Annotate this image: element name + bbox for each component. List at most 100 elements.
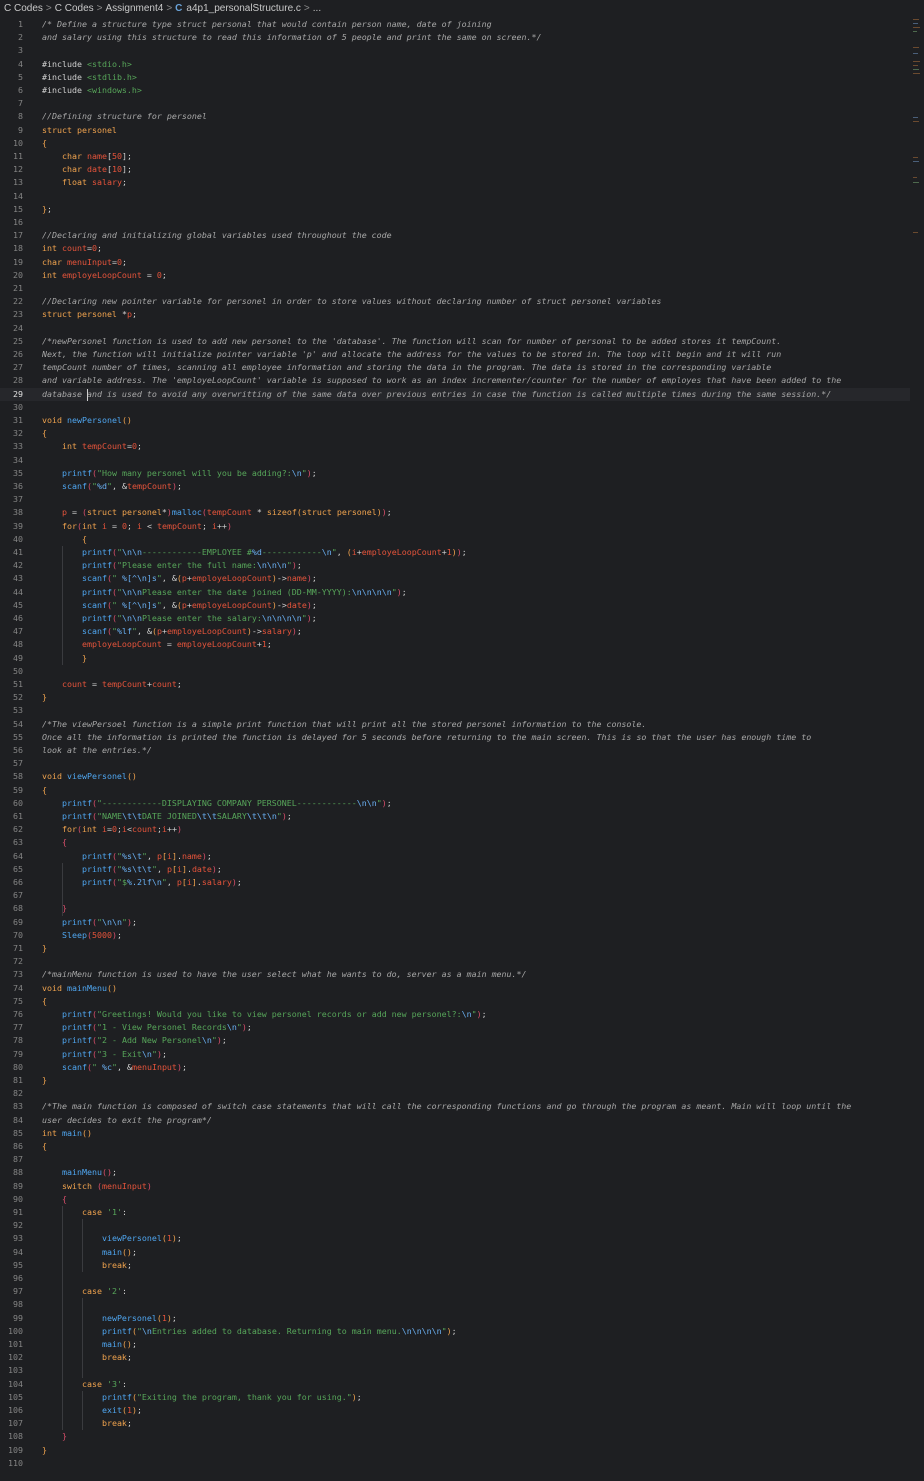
line-number[interactable]: 72: [0, 955, 23, 968]
line-number[interactable]: 101: [0, 1338, 23, 1351]
code-line[interactable]: 63 {: [0, 836, 910, 849]
line-number[interactable]: 14: [0, 190, 23, 203]
code-line[interactable]: 76 printf("Greetings! Would you like to …: [0, 1008, 910, 1021]
line-number[interactable]: 102: [0, 1351, 23, 1364]
code-line[interactable]: 65 printf("%s\t\t", p[i].date);: [0, 863, 910, 876]
code-line[interactable]: 88 mainMenu();: [0, 1166, 910, 1179]
code-line[interactable]: 54 /*The viewPersoel function is a simple…: [0, 718, 910, 731]
line-number[interactable]: 59: [0, 784, 23, 797]
code-line[interactable]: 27 tempCount number of times, scanning al…: [0, 361, 910, 374]
code-line[interactable]: 19 char menuInput=0;: [0, 256, 910, 269]
line-number[interactable]: 95: [0, 1259, 23, 1272]
code-line[interactable]: 81}: [0, 1074, 910, 1087]
line-number[interactable]: 110: [0, 1457, 23, 1470]
code-line[interactable]: 1 /* Define a structure type struct perso…: [0, 18, 910, 31]
code-line[interactable]: 99 newPersonel(1);: [0, 1312, 910, 1325]
line-number[interactable]: 30: [0, 401, 23, 414]
line-number[interactable]: 89: [0, 1180, 23, 1193]
line-number[interactable]: 24: [0, 322, 23, 335]
code-line[interactable]: 87: [0, 1153, 910, 1166]
code-line[interactable]: 93 viewPersonel(1);: [0, 1232, 910, 1245]
line-number[interactable]: 22: [0, 295, 23, 308]
line-number[interactable]: 106: [0, 1404, 23, 1417]
code-line[interactable]: 11 char name[50];: [0, 150, 910, 163]
line-number[interactable]: 31: [0, 414, 23, 427]
code-line[interactable]: 64 printf("%s\t", p[i].name);: [0, 850, 910, 863]
breadcrumb-item-file[interactable]: a4p1_personalStructure.c: [186, 3, 301, 14]
code-line[interactable]: 18 int count=0;: [0, 242, 910, 255]
code-line[interactable]: 37: [0, 493, 910, 506]
line-number[interactable]: 5: [0, 71, 23, 84]
code-line[interactable]: 41 printf("\n\n------------EMPLOYEE #%d-…: [0, 546, 910, 559]
line-number[interactable]: 45: [0, 599, 23, 612]
code-line[interactable]: 50: [0, 665, 910, 678]
code-line[interactable]: 105 printf("Exiting the program, thank y…: [0, 1391, 910, 1404]
line-number[interactable]: 37: [0, 493, 23, 506]
code-line[interactable]: 91 case '1':: [0, 1206, 910, 1219]
line-number[interactable]: 90: [0, 1193, 23, 1206]
line-number[interactable]: 92: [0, 1219, 23, 1232]
line-number[interactable]: 8: [0, 110, 23, 123]
line-number[interactable]: 25: [0, 335, 23, 348]
code-line[interactable]: 62 for(int i=0;i<count;i++): [0, 823, 910, 836]
code-line[interactable]: 110: [0, 1457, 910, 1470]
code-line[interactable]: 9 struct personel: [0, 124, 910, 137]
line-number[interactable]: 84: [0, 1114, 23, 1127]
line-number[interactable]: 60: [0, 797, 23, 810]
code-editor[interactable]: 1 /* Define a structure type struct perso…: [0, 17, 924, 1481]
line-number[interactable]: 15: [0, 203, 23, 216]
line-number[interactable]: 17: [0, 229, 23, 242]
line-number[interactable]: 53: [0, 704, 23, 717]
line-number[interactable]: 34: [0, 454, 23, 467]
code-line[interactable]: 101 main();: [0, 1338, 910, 1351]
line-number[interactable]: 63: [0, 836, 23, 849]
code-line[interactable]: 7: [0, 97, 910, 110]
code-line[interactable]: 107 break;: [0, 1417, 910, 1430]
line-number[interactable]: 51: [0, 678, 23, 691]
line-number[interactable]: 13: [0, 176, 23, 189]
code-line[interactable]: 97 case '2':: [0, 1285, 910, 1298]
line-number[interactable]: 87: [0, 1153, 23, 1166]
line-number[interactable]: 52: [0, 691, 23, 704]
code-line[interactable]: 53: [0, 704, 910, 717]
line-number[interactable]: 49: [0, 652, 23, 665]
code-line[interactable]: 67: [0, 889, 910, 902]
line-number[interactable]: 65: [0, 863, 23, 876]
code-line[interactable]: 49 }: [0, 652, 910, 665]
code-line[interactable]: 108 }: [0, 1430, 910, 1443]
line-number[interactable]: 108: [0, 1430, 23, 1443]
line-number[interactable]: 70: [0, 929, 23, 942]
code-line[interactable]: 96: [0, 1272, 910, 1285]
line-number[interactable]: 91: [0, 1206, 23, 1219]
line-number[interactable]: 39: [0, 520, 23, 533]
code-line[interactable]: 12 char date[10];: [0, 163, 910, 176]
line-number[interactable]: 82: [0, 1087, 23, 1100]
code-line[interactable]: 59 {: [0, 784, 910, 797]
code-line[interactable]: 33 int tempCount=0;: [0, 440, 910, 453]
code-line[interactable]: 14: [0, 190, 910, 203]
line-number[interactable]: 94: [0, 1246, 23, 1259]
line-number[interactable]: 109: [0, 1444, 23, 1457]
line-number[interactable]: 66: [0, 876, 23, 889]
line-number[interactable]: 80: [0, 1061, 23, 1074]
line-number[interactable]: 76: [0, 1008, 23, 1021]
minimap[interactable]: [913, 17, 921, 237]
code-line[interactable]: 22 //Declaring new pointer variable for p…: [0, 295, 910, 308]
code-line[interactable]: 30: [0, 401, 910, 414]
code-line[interactable]: 86 {: [0, 1140, 910, 1153]
line-number[interactable]: 86: [0, 1140, 23, 1153]
line-number[interactable]: 55: [0, 731, 23, 744]
code-line[interactable]: 40 {: [0, 533, 910, 546]
line-number[interactable]: 3: [0, 44, 23, 57]
line-number[interactable]: 81: [0, 1074, 23, 1087]
breadcrumb-item-assignment[interactable]: Assignment4: [106, 3, 164, 14]
line-number[interactable]: 16: [0, 216, 23, 229]
line-number[interactable]: 99: [0, 1312, 23, 1325]
code-line[interactable]: 94 main();: [0, 1246, 910, 1259]
line-number[interactable]: 18: [0, 242, 23, 255]
code-line[interactable]: 69 printf("\n\n");: [0, 916, 910, 929]
line-number[interactable]: 88: [0, 1166, 23, 1179]
line-number[interactable]: 10: [0, 137, 23, 150]
code-line[interactable]: 42 printf("Please enter the full name:\n…: [0, 559, 910, 572]
code-line[interactable]: 16: [0, 216, 910, 229]
